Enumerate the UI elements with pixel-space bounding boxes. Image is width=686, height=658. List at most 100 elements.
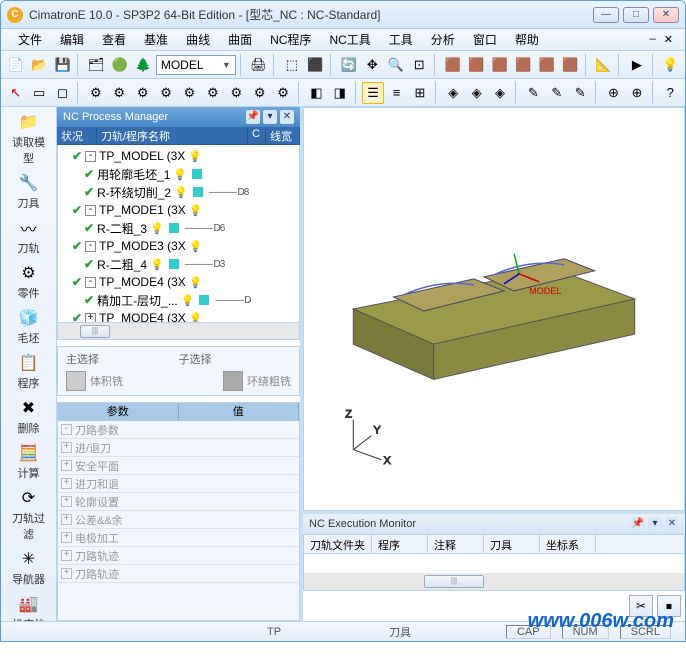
menu-nctool[interactable]: NC工具 — [320, 31, 379, 48]
menu-edit[interactable]: 编辑 — [51, 31, 93, 48]
f2-icon[interactable]: ⊕ — [626, 82, 647, 104]
exec-body[interactable]: ||| — [303, 554, 685, 591]
f1-icon[interactable]: ⊕ — [603, 82, 624, 104]
col-param[interactable]: 参数 — [58, 403, 179, 421]
exec-hscroll[interactable]: ||| — [304, 573, 684, 590]
filter-icon[interactable]: 🗂 — [85, 54, 106, 76]
tree-row-1[interactable]: ✔ 用轮廓毛坯_1 💡 — [60, 165, 297, 183]
expand-icon[interactable]: - — [85, 205, 96, 216]
fit-icon[interactable]: ⊡ — [409, 54, 430, 76]
color-swatch[interactable] — [169, 259, 179, 269]
param-row-5[interactable]: + 公差&&余 — [58, 511, 299, 529]
rotate-icon[interactable]: 🔄 — [338, 54, 359, 76]
color-swatch[interactable] — [199, 295, 209, 305]
m2-icon[interactable]: ◨ — [329, 82, 350, 104]
leftbar-0[interactable]: 📁读取模型 — [8, 111, 50, 166]
menu-view[interactable]: 查看 — [93, 31, 135, 48]
mdi-close[interactable]: ✕ — [660, 33, 677, 46]
iso1-icon[interactable]: 🟫 — [442, 54, 463, 76]
e3-icon[interactable]: ✎ — [569, 82, 590, 104]
tree-row-7[interactable]: ✔ - TP_MODE4 (3X 💡 — [60, 273, 297, 291]
paint-icon[interactable]: 🟢 — [109, 54, 130, 76]
leftbar-5[interactable]: 📋程序 — [8, 352, 50, 391]
exec-pin-icon[interactable]: 📌 — [631, 517, 645, 531]
param-row-0[interactable]: - 刀路参数 — [58, 421, 299, 439]
tree-row-6[interactable]: ✔ R-二粗_4 💡 ——— D3 — [60, 255, 297, 273]
nc2-icon[interactable]: ⚙ — [109, 82, 130, 104]
expand-icon[interactable]: + — [61, 442, 72, 453]
maximize-button[interactable]: □ — [623, 7, 649, 23]
menu-help[interactable]: 帮助 — [506, 31, 548, 48]
help-icon[interactable]: ? — [660, 82, 681, 104]
tree-icon[interactable]: 🌲 — [132, 54, 153, 76]
save-icon[interactable]: 💾 — [52, 54, 73, 76]
sel2-icon[interactable]: ◻ — [52, 82, 73, 104]
3d-canvas[interactable]: MODEL Z Y X — [303, 107, 685, 511]
bulb-icon[interactable]: 💡 — [173, 168, 187, 181]
menu-surface[interactable]: 曲面 — [219, 31, 261, 48]
param-row-6[interactable]: + 电极加工 — [58, 529, 299, 547]
exec-close-icon[interactable]: ✕ — [665, 517, 679, 531]
bulb-icon[interactable]: 💡 — [189, 312, 203, 324]
panel-close-icon[interactable]: ✕ — [280, 110, 294, 124]
tree-hscroll[interactable]: ||| — [57, 323, 300, 340]
select-icon[interactable]: ⬛ — [305, 54, 326, 76]
leftbar-7[interactable]: 🧮计算 — [8, 442, 50, 481]
nc7-icon[interactable]: ⚙ — [226, 82, 247, 104]
menu-window[interactable]: 窗口 — [464, 31, 506, 48]
bulb-icon[interactable]: 💡 — [660, 54, 681, 76]
iso2-icon[interactable]: 🟫 — [465, 54, 486, 76]
leftbar-6[interactable]: ✖删除 — [8, 397, 50, 436]
nc3-icon[interactable]: ⚙ — [132, 82, 153, 104]
menu-datum[interactable]: 基准 — [135, 31, 177, 48]
param-row-3[interactable]: + 进刀和退 — [58, 475, 299, 493]
model-combo[interactable]: MODEL▼ — [156, 55, 236, 75]
panel-pin-icon[interactable]: 📌 — [246, 110, 260, 124]
color-swatch[interactable] — [192, 169, 202, 179]
leftbar-1[interactable]: 🔧刀具 — [8, 172, 50, 211]
bulb-icon[interactable]: 💡 — [150, 222, 164, 235]
expand-icon[interactable]: - — [85, 241, 96, 252]
expand-icon[interactable]: + — [61, 568, 72, 579]
menu-ncprog[interactable]: NC程序 — [261, 31, 320, 48]
pan-icon[interactable]: ✥ — [362, 54, 383, 76]
e2-icon[interactable]: ✎ — [546, 82, 567, 104]
nc1-icon[interactable]: ⚙ — [85, 82, 106, 104]
nc8-icon[interactable]: ⚙ — [249, 82, 270, 104]
expand-icon[interactable]: + — [61, 496, 72, 507]
menu-file[interactable]: 文件 — [9, 31, 51, 48]
tree-row-4[interactable]: ✔ R-二粗_3 💡 ——— D6 — [60, 219, 297, 237]
expand-icon[interactable]: + — [61, 478, 72, 489]
expand-icon[interactable]: + — [61, 550, 72, 561]
leftbar-3[interactable]: ⚙零件 — [8, 262, 50, 301]
bulb-icon[interactable]: 💡 — [189, 276, 203, 289]
iso3-icon[interactable]: 🟫 — [489, 54, 510, 76]
tree-row-5[interactable]: ✔ - TP_MODE3 (3X 💡 — [60, 237, 297, 255]
bulb-icon[interactable]: 💡 — [188, 150, 202, 163]
param-row-4[interactable]: + 轮廓设置 — [58, 493, 299, 511]
nc5-icon[interactable]: ⚙ — [179, 82, 200, 104]
iso5-icon[interactable]: 🟫 — [536, 54, 557, 76]
opt3-icon[interactable]: ⊞ — [409, 82, 430, 104]
param-row-7[interactable]: + 刀路轨迹 — [58, 547, 299, 565]
expand-icon[interactable]: + — [61, 532, 72, 543]
param-row-2[interactable]: + 安全平面 — [58, 457, 299, 475]
tree-row-9[interactable]: ✔ + TP_MODE4 (3X 💡 — [60, 309, 297, 323]
open-icon[interactable]: 📂 — [28, 54, 49, 76]
bulb-icon[interactable]: 💡 — [181, 294, 195, 307]
arrow-icon[interactable]: ↖ — [5, 82, 26, 104]
expand-icon[interactable]: + — [85, 313, 96, 324]
tree-row-3[interactable]: ✔ - TP_MODE1 (3X 💡 — [60, 201, 297, 219]
expand-icon[interactable]: - — [85, 277, 96, 288]
mill-type-icon[interactable] — [66, 371, 86, 391]
mdi-restore[interactable]: – — [646, 33, 660, 46]
nc6-icon[interactable]: ⚙ — [202, 82, 223, 104]
leftbar-8[interactable]: ⟳刀轨过滤 — [8, 487, 50, 542]
print-icon[interactable]: 🖨 — [248, 54, 269, 76]
expand-icon[interactable]: + — [61, 460, 72, 471]
exec-menu-icon[interactable]: ▾ — [648, 517, 662, 531]
sub-mill-icon[interactable] — [223, 371, 243, 391]
leftbar-10[interactable]: 🏭机床仿真 — [8, 593, 50, 621]
nc4-icon[interactable]: ⚙ — [155, 82, 176, 104]
leftbar-2[interactable]: 〰刀轨 — [8, 217, 50, 256]
